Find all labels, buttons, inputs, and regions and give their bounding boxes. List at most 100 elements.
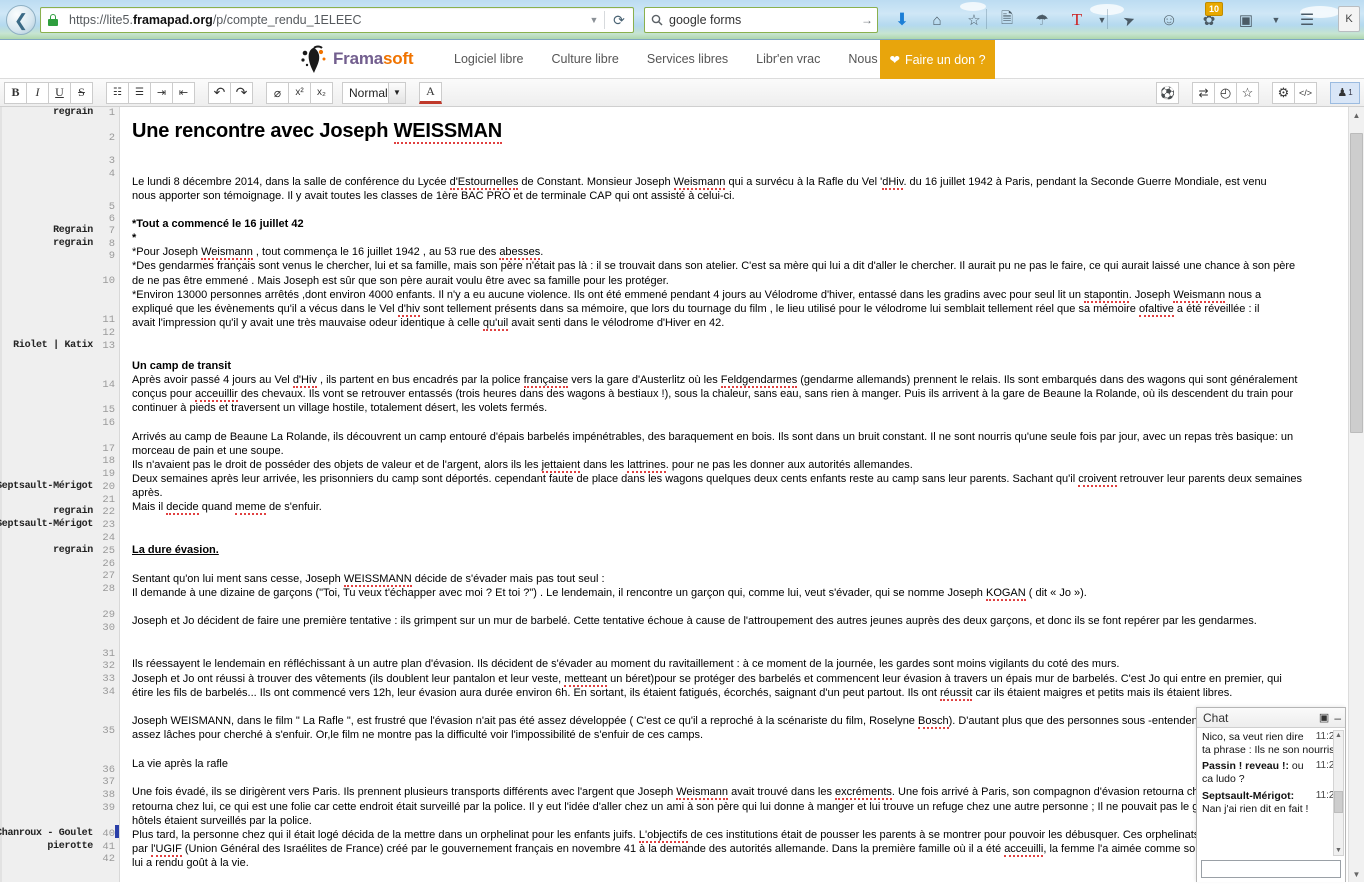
- paragraph-style-select[interactable]: Normal ▼: [342, 81, 406, 104]
- gutter-edge: [0, 107, 2, 882]
- chat-header[interactable]: Chat ▣ –: [1197, 708, 1345, 728]
- gutter-line: Riolet | Katix 13: [13, 340, 115, 352]
- paragraph: Ils n'avaient pas le droit de posséder d…: [132, 458, 913, 473]
- framasoft-logo[interactable]: Framasoft: [300, 40, 414, 79]
- section-heading: *Tout a commencé le 16 juillet 42: [132, 218, 304, 231]
- paragraph: Plus tard, la personne chez qui il était…: [132, 828, 1266, 843]
- gutter-line: 30: [93, 622, 115, 634]
- chevron-down-2-icon[interactable]: ▼: [1262, 6, 1290, 34]
- gutter-line: 11: [93, 314, 115, 326]
- chat-scroll-up-icon[interactable]: ▲: [1334, 732, 1343, 739]
- paragraph: Arrivés au camp de Beaune La Rolande, il…: [132, 430, 1294, 443]
- nav-logiciel-libre[interactable]: Logiciel libre: [440, 52, 537, 66]
- embed-code-button[interactable]: </>: [1294, 81, 1317, 104]
- gutter-line-number: 7: [108, 225, 115, 237]
- font-color-button[interactable]: A: [419, 81, 442, 104]
- minimize-icon[interactable]: –: [1334, 711, 1341, 725]
- strikethrough-button[interactable]: S: [70, 81, 93, 104]
- gutter-line: pierotte 41: [47, 841, 115, 853]
- gutter-line-number: 23: [102, 519, 115, 531]
- star-button[interactable]: ☆: [1236, 81, 1259, 104]
- section-heading: La dure évasion.: [132, 544, 219, 557]
- home-icon[interactable]: ⌂: [923, 6, 951, 34]
- k-indicator[interactable]: K: [1338, 6, 1360, 32]
- paragraph: conçus pour acceuillir des chevaux. Ils …: [132, 388, 1294, 403]
- chevron-down-icon[interactable]: ▼: [388, 82, 405, 103]
- paragraph: continuer à pieds et traversent un villa…: [132, 402, 548, 415]
- search-input-value[interactable]: google forms: [669, 13, 857, 27]
- framasoft-navbar: Framasoft Logiciel libre Culture libre S…: [0, 40, 1364, 79]
- donate-label: Faire un don ?: [904, 52, 986, 67]
- gutter-line-number: 39: [102, 802, 115, 814]
- chat-input[interactable]: [1201, 860, 1341, 878]
- outdent-button[interactable]: ⇤: [172, 81, 195, 104]
- page-scrollbar[interactable]: ▲ ▼: [1348, 107, 1364, 882]
- scrollbar-thumb[interactable]: [1350, 133, 1363, 433]
- indent-button[interactable]: ⇥: [150, 81, 173, 104]
- undo-button[interactable]: ↶: [208, 81, 231, 104]
- search-bar[interactable]: google forms →: [644, 7, 878, 33]
- search-go-icon[interactable]: →: [857, 13, 877, 27]
- chat-scrollbar[interactable]: ▲ ▼: [1333, 730, 1344, 856]
- paragraph: Après avoir passé 4 jours au Vel d'Hiv ,…: [132, 373, 1298, 388]
- bold-button[interactable]: B: [4, 81, 27, 104]
- shield-icon[interactable]: ☂: [1028, 6, 1056, 34]
- author-colors-button[interactable]: ⚽: [1156, 81, 1179, 104]
- url-dropdown-icon[interactable]: ▼: [584, 15, 604, 25]
- smiley-icon[interactable]: ☺: [1155, 6, 1183, 34]
- toolbar-right-section: ⚽ ⇄ ◴ ☆ ⚙ </> ♟ 1: [1152, 81, 1360, 104]
- paragraph: de ne pas être emmené . Mais Joseph est …: [132, 274, 669, 287]
- chat-title: Chat: [1203, 710, 1229, 725]
- nav-culture-libre[interactable]: Culture libre: [537, 52, 632, 66]
- settings-gear-button[interactable]: ⚙: [1272, 81, 1295, 104]
- gutter-line-number: 16: [102, 417, 115, 429]
- gutter-line-number: 1: [108, 107, 115, 119]
- gutter-line-number: 27: [102, 570, 115, 582]
- paragraph: *Des gendarmes français sont venus le ch…: [132, 260, 1296, 273]
- connected-users-button[interactable]: ♟ 1: [1330, 81, 1360, 104]
- address-bar[interactable]: https://lite5.framapad.org/p/compte_rend…: [40, 7, 634, 33]
- gutter-line: regrain 22: [53, 506, 115, 518]
- download-icon[interactable]: ⬇: [888, 6, 916, 34]
- gutter-line: 39: [93, 802, 115, 814]
- reading-list-icon[interactable]: 🗎: [993, 6, 1021, 34]
- hamburger-menu-icon[interactable]: ☰: [1293, 6, 1321, 34]
- donate-button[interactable]: ❤ Faire un don ?: [880, 40, 995, 79]
- scroll-down-arrow[interactable]: ▼: [1349, 866, 1364, 882]
- nav-libr-en-vrac[interactable]: Libr'en vrac: [742, 52, 834, 66]
- italic-button[interactable]: I: [26, 81, 49, 104]
- chat-scrollbar-thumb[interactable]: [1334, 790, 1343, 813]
- unordered-list-button[interactable]: ☰: [128, 81, 151, 104]
- paragraph: assez lâches pour cherché à s'enfuir. Or…: [132, 729, 704, 742]
- paragraph: étire les fils de barbelés... Ils ont co…: [132, 686, 1233, 701]
- framasoft-wordmark: Framasoft: [333, 49, 414, 68]
- subscript-button[interactable]: x₂: [310, 81, 333, 104]
- pad-document[interactable]: Une rencontre avec Joseph WEISSMAN Le lu…: [120, 107, 1364, 882]
- text-tool-icon[interactable]: T: [1063, 6, 1091, 34]
- redo-button[interactable]: ↷: [230, 81, 253, 104]
- nav-services-libres[interactable]: Services libres: [633, 52, 742, 66]
- paragraph: Ils réessayent le lendemain en réfléchis…: [132, 658, 1120, 671]
- chat-scroll-down-icon[interactable]: ▼: [1334, 847, 1343, 854]
- underline-button[interactable]: U: [48, 81, 71, 104]
- ordered-list-button[interactable]: ☷: [106, 81, 129, 104]
- clear-formatting-button[interactable]: ⌀: [266, 81, 289, 104]
- back-button[interactable]: ❮: [6, 5, 36, 35]
- gutter-line-number: 14: [102, 379, 115, 391]
- gutter-line-number: 28: [102, 583, 115, 595]
- gutter-line: 33: [93, 673, 115, 685]
- gutter-line-number: 10: [102, 275, 115, 287]
- superscript-button[interactable]: x²: [288, 81, 311, 104]
- import-export-button[interactable]: ⇄: [1192, 81, 1215, 104]
- bookmark-star-icon[interactable]: ☆: [960, 6, 988, 34]
- reload-icon[interactable]: ⟳: [605, 12, 633, 29]
- scroll-up-arrow[interactable]: ▲: [1349, 107, 1364, 123]
- gutter-line-number: 5: [108, 201, 115, 213]
- clear-chat-icon[interactable]: ▣: [1319, 711, 1329, 724]
- battery-icon[interactable]: ▣: [1232, 6, 1260, 34]
- chat-text: Nico, sa veut rien dire ta phrase : Ils …: [1202, 731, 1335, 757]
- paragraph-style-value: Normal: [349, 85, 388, 100]
- gutter-line-number: 8: [108, 238, 115, 250]
- chat-message: 11:23 Septsault-Mérigot: Nan j'ai rien d…: [1202, 790, 1340, 816]
- timeslider-button[interactable]: ◴: [1214, 81, 1237, 104]
